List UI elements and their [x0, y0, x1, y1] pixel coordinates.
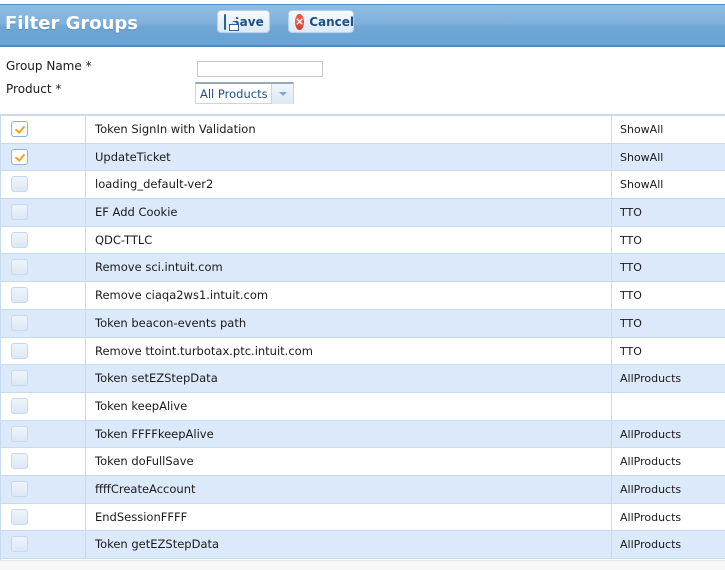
product-cell: AllProducts — [620, 455, 682, 469]
table-row[interactable]: EndSessionFFFF AllProducts — [0, 503, 725, 532]
checkbox-cell — [0, 199, 86, 226]
product-cell: AllProducts — [620, 372, 682, 386]
product-cell: TTO — [620, 233, 642, 247]
checkbox-unchecked[interactable] — [11, 508, 28, 525]
checkbox-cell — [0, 365, 86, 392]
checkbox-cell — [0, 171, 86, 199]
filter-name-cell: EndSessionFFFF — [86, 503, 612, 531]
product-select[interactable]: All Products — [195, 82, 294, 104]
product-cell: ShowAll — [620, 123, 664, 136]
filter-name-cell: UpdateTicket — [86, 143, 612, 171]
checkbox-unchecked[interactable] — [11, 453, 28, 470]
cancel-button[interactable]: × Cancel — [288, 10, 354, 33]
product-cell: AllProducts — [620, 538, 682, 552]
table-row[interactable]: UpdateTicket ShowAll — [0, 143, 725, 172]
checkbox-cell — [0, 309, 86, 337]
product-cell — [612, 393, 725, 420]
page-title: Filter Groups — [5, 13, 139, 34]
checkbox-cell — [0, 475, 86, 503]
product-cell: TTO — [620, 206, 642, 220]
filter-name-cell: Remove ttoint.turbotax.ptc.intuit.com — [86, 337, 612, 365]
filter-name-cell: Token doFullSave — [86, 448, 612, 475]
checkbox-cell — [0, 392, 86, 420]
checkbox-unchecked[interactable] — [11, 370, 28, 387]
table-row[interactable]: loading_default-ver2 ShowAll — [0, 171, 725, 200]
checkbox-cell — [0, 282, 86, 309]
product-selected-value: All Products — [200, 87, 268, 101]
checkbox-cell — [0, 420, 86, 448]
product-cell: TTO — [620, 344, 642, 358]
product-cell: AllProducts — [620, 482, 682, 496]
table-row[interactable]: Token FFFFkeepAlive AllProducts — [0, 420, 725, 449]
filter-name-cell: Token SignIn with Validation — [86, 116, 612, 143]
save-button[interactable]: Save — [217, 10, 270, 33]
checkbox-cell — [0, 503, 86, 531]
checkbox-cell — [0, 254, 86, 282]
checkbox-cell — [0, 531, 86, 558]
filter-name-cell: Token getEZStepData — [86, 531, 612, 558]
product-cell: TTO — [620, 289, 642, 303]
table-row[interactable]: Remove ciaqa2ws1.intuit.com TTO — [0, 282, 725, 310]
checkbox-unchecked[interactable] — [11, 204, 28, 221]
checkbox-cell — [0, 116, 86, 143]
checkbox-unchecked[interactable] — [11, 536, 28, 553]
filter-name-cell: Remove ciaqa2ws1.intuit.com — [86, 282, 612, 309]
checkbox-unchecked[interactable] — [11, 342, 28, 359]
chevron-down-icon[interactable] — [271, 84, 293, 104]
checkbox-checked[interactable] — [11, 148, 28, 165]
filter-name-cell: Token FFFFkeepAlive — [86, 420, 612, 448]
filter-table: Token SignIn with Validation ShowAll Updat… — [0, 114, 725, 559]
group-name-input[interactable] — [197, 61, 323, 77]
table-row[interactable]: Remove ttoint.turbotax.ptc.intuit.com TTO — [0, 337, 725, 366]
table-row[interactable]: Token SignIn with Validation ShowAll — [0, 116, 725, 144]
group-name-label: Group Name * — [6, 59, 92, 73]
table-row[interactable]: EF Add Cookie TTO — [0, 199, 725, 227]
checkbox-unchecked[interactable] — [11, 314, 28, 331]
table-row[interactable]: QDC-TTLC TTO — [0, 226, 725, 255]
checkbox-unchecked[interactable] — [11, 425, 28, 442]
cancel-label: Cancel — [309, 14, 355, 29]
filter-name-cell: ffffCreateAccount — [86, 475, 612, 503]
filter-name-cell: Token beacon-events path — [86, 309, 612, 337]
checkbox-cell — [0, 337, 86, 365]
checkbox-unchecked[interactable] — [11, 176, 28, 193]
filter-name-cell: Token setEZStepData — [86, 365, 612, 392]
checkbox-cell — [0, 143, 86, 171]
checkbox-unchecked[interactable] — [11, 397, 28, 414]
group-form: Group Name * Product * All Products — [0, 49, 725, 113]
checkbox-unchecked[interactable] — [11, 287, 28, 304]
table-left-border — [0, 114, 1, 560]
close-circle-icon: × — [295, 13, 305, 30]
table-row[interactable]: Token setEZStepData AllProducts — [0, 365, 725, 393]
table-footer — [0, 560, 725, 570]
product-cell: ShowAll — [620, 178, 664, 192]
checkbox-unchecked[interactable] — [11, 231, 28, 248]
filter-name-cell: Token keepAlive — [86, 392, 612, 420]
checkbox-checked[interactable] — [11, 121, 28, 137]
table-row[interactable]: Token keepAlive — [0, 392, 725, 421]
product-cell: AllProducts — [620, 427, 682, 441]
product-cell: ShowAll — [620, 150, 664, 164]
checkbox-unchecked[interactable] — [11, 259, 28, 276]
filter-name-cell: EF Add Cookie — [86, 199, 612, 226]
product-cell: TTO — [620, 316, 642, 330]
filter-name-cell: QDC-TTLC — [86, 226, 612, 254]
table-row[interactable]: Token getEZStepData AllProducts — [0, 531, 725, 559]
filter-name-cell: loading_default-ver2 — [86, 171, 612, 199]
table-row[interactable]: Token beacon-events path TTO — [0, 309, 725, 338]
checkbox-cell — [0, 226, 86, 254]
product-label: Product * — [6, 82, 62, 96]
product-cell: TTO — [620, 261, 642, 275]
checkbox-cell — [0, 448, 86, 475]
floppy-disk-icon — [224, 13, 239, 31]
checkbox-unchecked[interactable] — [11, 480, 28, 497]
filter-name-cell: Remove sci.intuit.com — [86, 254, 612, 282]
header-bar: Filter Groups Save × Cancel — [0, 4, 725, 47]
product-cell: AllProducts — [620, 510, 682, 524]
table-row[interactable]: Token doFullSave AllProducts — [0, 448, 725, 476]
table-row[interactable]: ffffCreateAccount AllProducts — [0, 475, 725, 504]
table-row[interactable]: Remove sci.intuit.com TTO — [0, 254, 725, 283]
